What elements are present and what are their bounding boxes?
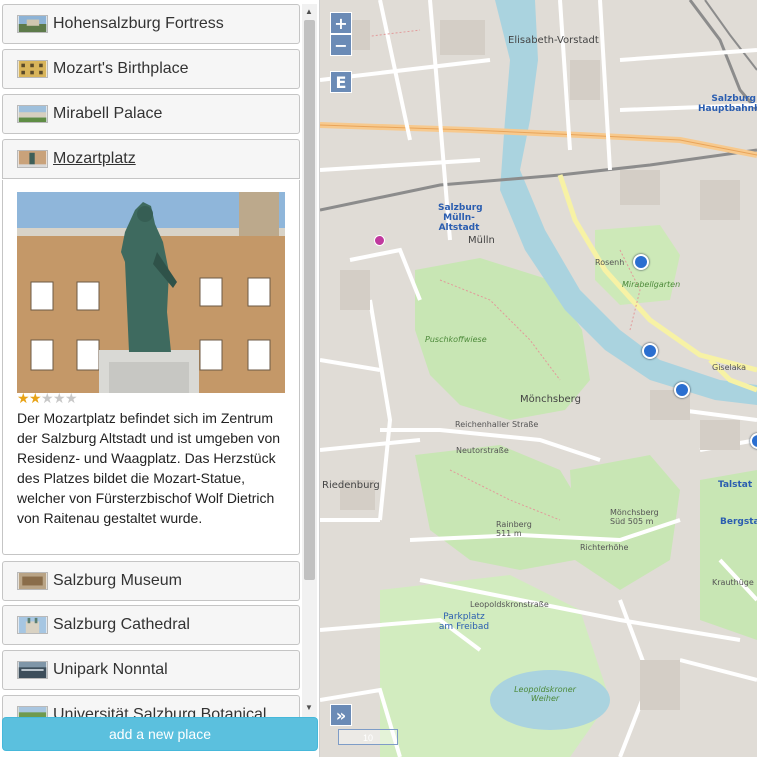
place-item-unipark-nonntal[interactable]: Unipark Nonntal [2,650,300,690]
place-item-label: Hohensalzburg Fortress [53,15,224,32]
edit-button[interactable]: E [330,71,352,93]
place-marker[interactable] [633,254,649,270]
place-item-label: Unipark Nonntal [53,661,168,678]
label-moenchsberg: Mönchsberg [520,394,581,405]
label-talstation: Talstat [718,480,753,490]
label-parkplatz: Parkplatz am Freibad [438,612,490,632]
star-empty-icon: ★ [41,391,54,407]
label-elisabeth-vorstadt: Elisabeth-Vorstadt [508,35,599,46]
scroll-up-icon[interactable]: ▲ [305,8,313,16]
expand-panel-button[interactable]: » [330,704,352,726]
place-thumbnail [17,572,48,590]
label-riedenburg: Riedenburg [322,480,380,491]
place-marker[interactable] [674,382,690,398]
place-item-label: Salzburg Museum [53,572,182,589]
label-hauptbahnhof: Salzburg Hauptbahnhof [698,94,757,114]
scroll-down-icon[interactable]: ▼ [305,704,313,712]
place-thumbnail [17,616,48,634]
mozart-statue-photo [17,192,285,393]
map-scale: 10 [338,729,398,745]
place-description: Der Mozartplatz befindet sich im Zentrum… [17,410,281,526]
label-giselakai: Giselaka [712,363,747,372]
place-thumbnail [17,150,48,168]
label-krauthuegel: Krauthüge [712,578,754,587]
label-rainberg: Rainberg 511 m [496,520,532,538]
places-panel: Hohensalzburg Fortress Mozart's Birthpla… [0,0,320,757]
star-filled-icon: ★ [17,391,30,407]
label-bergstation: Bergsta [720,517,757,527]
place-item-mirabell-palace[interactable]: Mirabell Palace [2,94,300,134]
scroll-thumb[interactable] [304,20,315,580]
rating-stars: ★ ★ ★ ★ ★ [17,391,78,407]
map-tiles [320,0,757,757]
zoom-in-button[interactable]: + [330,12,352,34]
place-item-salzburg-museum[interactable]: Salzburg Museum [2,561,300,601]
label-richterhoehe: Richterhöhe [580,543,629,552]
place-item-label: Mirabell Palace [53,105,163,122]
star-empty-icon: ★ [53,391,66,407]
label-puschkoffwiese: Puschkoffwiese [425,335,487,344]
place-thumbnail [17,60,48,78]
label-rosenhuegel: Rosenh [595,258,625,267]
label-mirabellgarten: Mirabellgarten [622,280,681,289]
label-neutorstrasse: Neutorstraße [456,446,509,455]
add-place-button[interactable]: add a new place [2,717,318,751]
place-item-label: Salzburg Cathedral [53,616,190,633]
star-empty-icon: ★ [65,391,78,407]
place-details: ★ ★ ★ ★ ★ Der Mozartplatz befindet sich im Z… [2,180,300,555]
label-muelln: Mülln [468,235,495,246]
place-thumbnail [17,15,48,33]
place-item-label[interactable]: Mozartplatz [53,150,136,168]
place-item-salzburg-cathedral[interactable]: Salzburg Cathedral [2,605,300,645]
label-muelln-altstadt-station: Salzburg Mülln-Altstadt [438,203,483,233]
map-view[interactable]: Elisabeth-Vorstadt Salzburg Hauptbahnhof… [320,0,757,757]
place-thumbnail [17,661,48,679]
poi-icon [374,235,385,246]
place-item-label: Mozart's Birthplace [53,60,189,77]
panel-scrollbar[interactable]: ▲ ▼ [302,4,317,717]
place-marker[interactable] [642,343,658,359]
label-leopoldskroner-weiher: Leopoldskroner Weiher [514,685,576,703]
zoom-out-button[interactable]: − [330,34,352,56]
star-filled-icon: ★ [29,391,42,407]
place-item-hohensalzburg-fortress[interactable]: Hohensalzburg Fortress [2,4,300,44]
label-moenchsberg-sued: Mönchsberg Süd 505 m [610,508,659,526]
place-item-mozartplatz[interactable]: Mozartplatz [2,139,300,179]
place-item-mozarts-birthplace[interactable]: Mozart's Birthplace [2,49,300,89]
place-thumbnail [17,105,48,123]
label-leopoldskronstrasse: Leopoldskronstraße [470,600,549,609]
label-reichenhaller-strasse: Reichenhaller Straße [455,420,539,429]
